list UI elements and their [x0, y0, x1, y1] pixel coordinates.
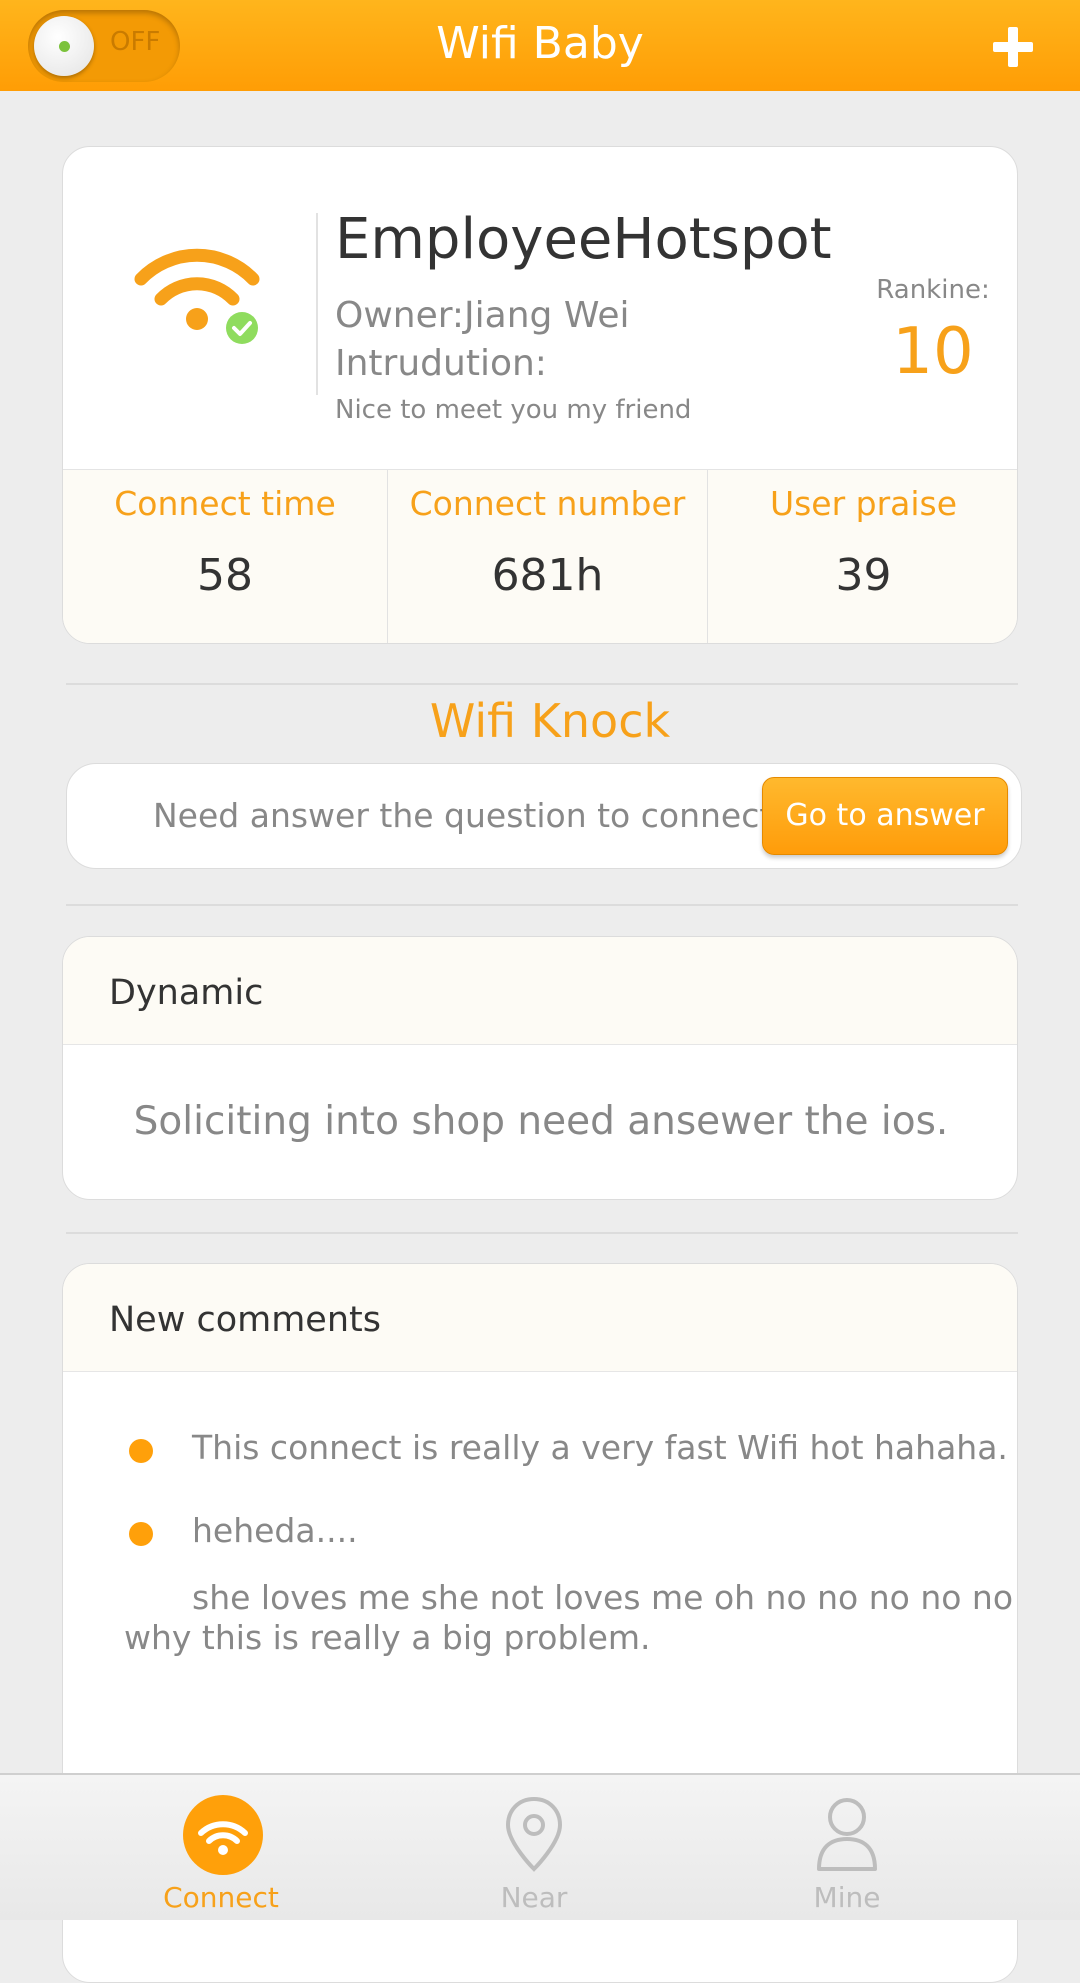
stat-connect-number: Connect number 681h	[388, 470, 707, 643]
comment-item: why this is really a big problem.	[124, 1618, 651, 1657]
bottom-nav: Connect Near Mine	[0, 1773, 1080, 1920]
stat-label: User praise	[769, 484, 958, 523]
ranking-value: 10	[892, 315, 974, 389]
stats-row: Connect time 58 Connect number 681h User…	[63, 469, 1017, 643]
nav-item-connect[interactable]: Connect	[121, 1775, 321, 1922]
toggle-label: OFF	[110, 27, 161, 57]
add-button[interactable]	[988, 22, 1038, 72]
introduction-text: Nice to meet you my friend	[335, 395, 692, 425]
toggle-indicator-dot	[59, 41, 70, 52]
knock-title: Wifi Knock	[429, 694, 671, 748]
stat-label: Connect number	[409, 484, 686, 523]
nav-label: Near	[500, 1881, 568, 1914]
ranking-label: Rankine:	[876, 275, 990, 305]
knock-card: Need answer the question to connect Go t…	[66, 763, 1022, 869]
hotspot-owner: Owner:Jiang Wei	[335, 295, 630, 336]
dynamic-card: Dynamic Soliciting into shop need ansewe…	[62, 936, 1018, 1200]
knock-question-text: Need answer the question to connect	[153, 796, 773, 835]
wifi-connected-icon	[133, 247, 263, 357]
comments-title: New comments	[109, 1300, 381, 1340]
section-divider	[66, 1232, 1018, 1234]
nav-item-near[interactable]: Near	[434, 1775, 634, 1922]
location-pin-icon	[505, 1796, 563, 1872]
comment-bullet	[129, 1522, 153, 1546]
stat-value: 39	[835, 550, 892, 601]
stat-value: 681h	[491, 550, 604, 601]
stat-label: Connect time	[114, 484, 336, 523]
section-divider	[66, 683, 1018, 685]
dynamic-text: Soliciting into shop need ansewer the io…	[133, 1099, 949, 1144]
vertical-divider	[316, 213, 318, 395]
comments-header: New comments	[63, 1264, 1017, 1372]
go-to-answer-button[interactable]: Go to answer	[762, 777, 1008, 855]
nav-label: Connect	[163, 1881, 279, 1914]
stat-connect-time: Connect time 58	[63, 470, 387, 643]
comment-item: she loves me she not loves me oh no no n…	[192, 1578, 1014, 1617]
comment-item: This connect is really a very fast Wifi …	[192, 1428, 1008, 1467]
dynamic-title: Dynamic	[109, 973, 264, 1013]
introduction-label: Intrudution:	[335, 343, 547, 384]
stat-user-praise: User praise 39	[708, 470, 1017, 643]
wifi-power-toggle[interactable]: OFF	[28, 10, 180, 82]
hotspot-card: EmployeeHotspot Owner:Jiang Wei Intrudut…	[62, 146, 1018, 644]
nav-label: Mine	[813, 1881, 881, 1914]
user-icon	[817, 1798, 877, 1871]
section-divider	[66, 904, 1018, 906]
comment-item: heheda....	[192, 1511, 358, 1550]
comment-bullet	[129, 1439, 153, 1463]
dynamic-header: Dynamic	[63, 937, 1017, 1045]
wifi-icon	[183, 1795, 263, 1875]
hotspot-name: EmployeeHotspot	[335, 207, 832, 272]
toggle-knob[interactable]	[34, 16, 94, 76]
nav-item-mine[interactable]: Mine	[747, 1775, 947, 1922]
stat-value: 58	[197, 550, 253, 601]
